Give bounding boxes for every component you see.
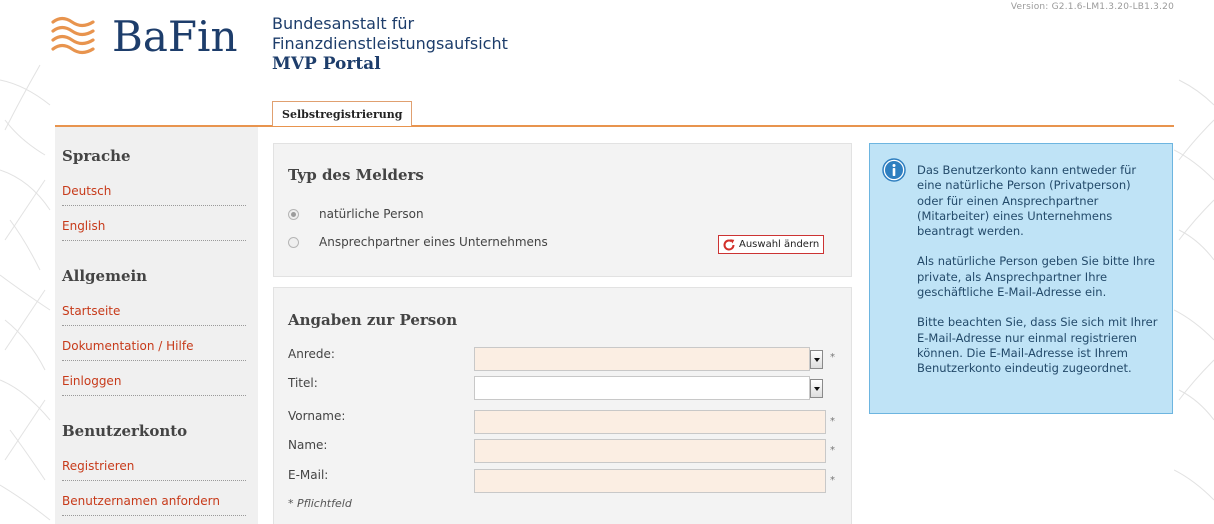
sidebar-heading-benutzerkonto: Benutzerkonto — [62, 422, 188, 440]
titel-dropdown-arrow[interactable] — [810, 379, 823, 398]
version-label: Version: G2.1.6-LM1.3.20-LB1.3.20 — [1010, 2, 1174, 12]
name-input[interactable] — [474, 439, 826, 463]
change-selection-button[interactable]: Auswahl ändern — [718, 235, 825, 254]
org-name-line2: Finanzdienstleistungsaufsicht — [272, 34, 508, 53]
radio-ansprechpartner[interactable] — [288, 236, 299, 248]
anrede-dropdown-arrow[interactable] — [810, 350, 823, 369]
field-label-email: E-Mail: — [288, 468, 329, 482]
sidebar-heading-sprache: Sprache — [62, 147, 131, 165]
field-label-anrede: Anrede: — [288, 347, 335, 361]
titel-select[interactable] — [474, 376, 810, 400]
sidebar-item-startseite[interactable]: Startseite — [55, 300, 258, 335]
sidebar-heading-allgemein: Allgemein — [62, 267, 148, 285]
info-paragraph-1: Das Benutzerkonto kann entweder für eine… — [917, 163, 1137, 239]
info-paragraph-3: Bitte beachten Sie, dass Sie sich mit Ih… — [917, 315, 1158, 376]
sidebar: Sprache Deutsch English Allgemein Starts… — [55, 127, 258, 524]
sidebar-item-dokumentation[interactable]: Dokumentation / Hilfe — [55, 335, 258, 370]
background-decoration-right — [1174, 79, 1214, 501]
sidebar-item-benutzernamen-anfordern[interactable]: Benutzernamen anfordern — [55, 490, 258, 524]
person-details-title: Angaben zur Person — [288, 311, 458, 329]
sidebar-item-deutsch[interactable]: Deutsch — [55, 180, 258, 215]
field-label-titel: Titel: — [288, 376, 318, 390]
person-details-panel: Angaben zur Person Anrede: * Titel: Vorn… — [273, 287, 852, 524]
required-marker-vorname: * — [830, 416, 835, 427]
background-decoration-left — [0, 64, 51, 521]
required-marker-email: * — [830, 475, 835, 486]
vorname-input[interactable] — [474, 410, 826, 434]
sidebar-item-einloggen[interactable]: Einloggen — [55, 370, 258, 405]
required-marker-name: * — [830, 445, 835, 456]
bafin-waves-icon — [51, 16, 95, 55]
email-input[interactable] — [474, 469, 826, 493]
tab-selbstregistrierung[interactable]: Selbstregistrierung — [272, 101, 413, 126]
sidebar-item-english[interactable]: English — [55, 215, 258, 250]
refresh-icon — [723, 238, 735, 250]
required-marker-anrede: * — [830, 352, 835, 363]
info-paragraph-2: Als natürliche Person geben Sie bitte Ih… — [917, 254, 1155, 300]
info-icon — [882, 158, 906, 182]
change-selection-label: Auswahl ändern — [739, 239, 820, 250]
portal-name: MVP Portal — [272, 54, 381, 74]
option-label-natuerliche-person: natürliche Person — [319, 207, 424, 221]
option-label-ansprechpartner: Ansprechpartner eines Unternehmens — [319, 235, 548, 249]
org-name-line1: Bundesanstalt für — [272, 14, 415, 33]
required-field-hint: * Pflichtfeld — [288, 497, 352, 510]
organization-header: Bundesanstalt für Finanzdienstleistungsa… — [272, 14, 508, 75]
field-label-name: Name: — [288, 438, 328, 452]
melder-type-title: Typ des Melders — [288, 166, 424, 184]
option-natuerliche-person[interactable]: natürliche Person — [288, 207, 424, 221]
bafin-logo[interactable]: BaFin — [50, 14, 238, 60]
logo-text: BaFin — [112, 12, 238, 61]
anrede-select[interactable] — [474, 347, 810, 371]
field-label-vorname: Vorname: — [288, 409, 346, 423]
radio-natuerliche-person[interactable] — [288, 208, 299, 220]
sidebar-item-registrieren[interactable]: Registrieren — [55, 455, 258, 490]
melder-type-panel: Typ des Melders natürliche Person Anspre… — [273, 143, 852, 277]
option-ansprechpartner[interactable]: Ansprechpartner eines Unternehmens — [288, 235, 548, 249]
info-box: Das Benutzerkonto kann entweder für eine… — [869, 143, 1173, 414]
